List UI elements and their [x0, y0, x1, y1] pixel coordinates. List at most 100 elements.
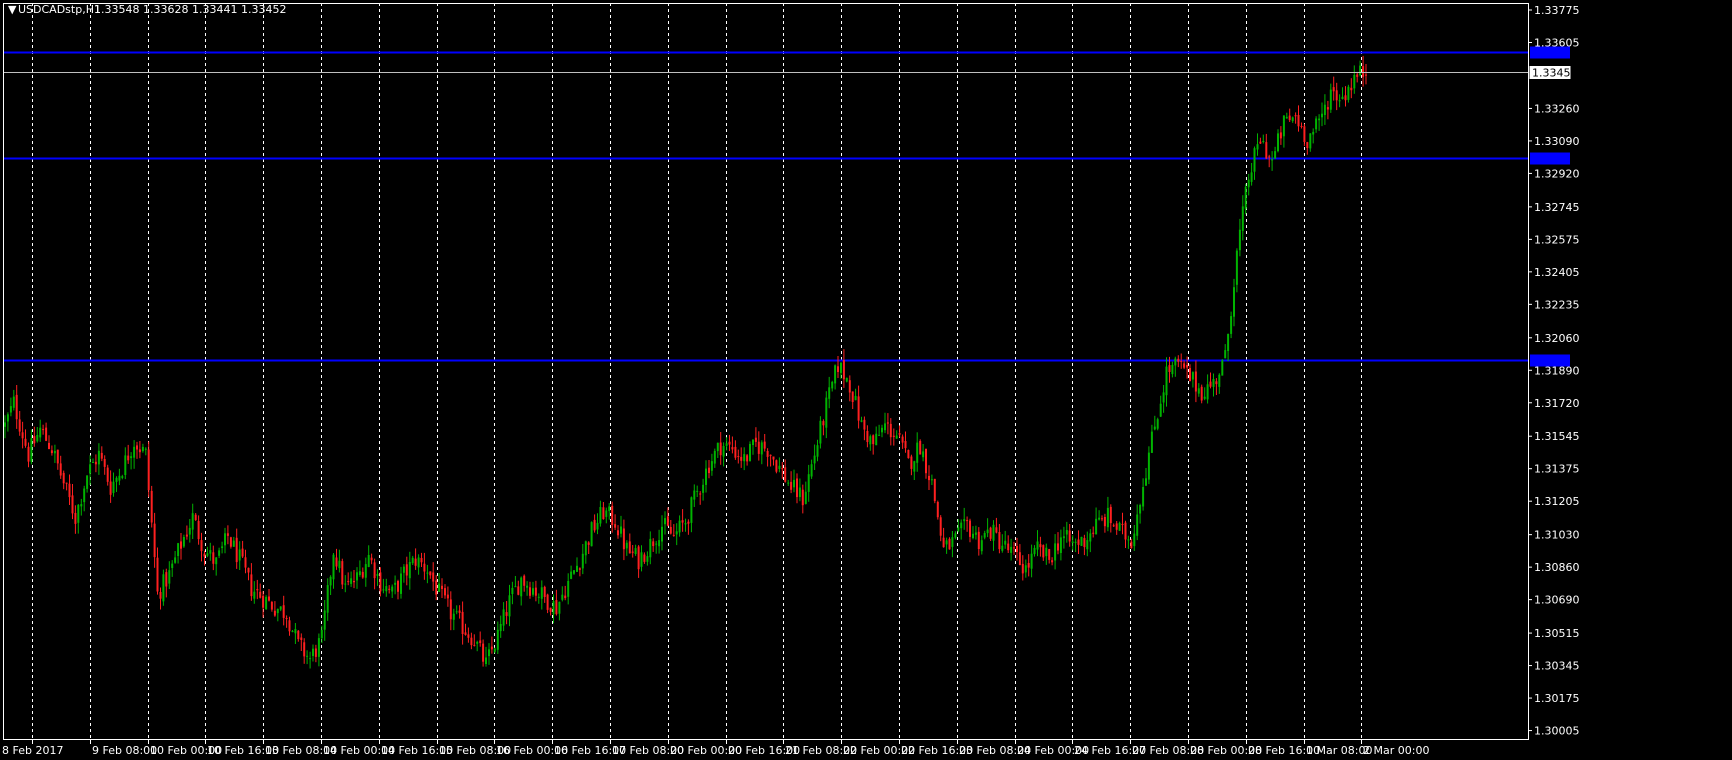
- candle-body: [1109, 506, 1112, 524]
- price-tick-label: 1.32235: [1534, 298, 1580, 311]
- candle-body: [614, 524, 617, 528]
- candle-body: [895, 435, 898, 439]
- candle-body: [798, 487, 801, 497]
- candle-body: [268, 596, 270, 601]
- candle-body: [408, 562, 411, 579]
- candle-body: [259, 591, 262, 598]
- candle-body: [649, 538, 652, 558]
- candle-body: [323, 610, 326, 630]
- chart-menu-icon[interactable]: ▼: [8, 3, 17, 16]
- candle-body: [379, 572, 382, 592]
- candle-body: [262, 595, 265, 608]
- candle-body: [664, 518, 666, 525]
- candle-body: [80, 504, 83, 507]
- candle-body: [652, 541, 655, 547]
- candle-body: [1013, 547, 1015, 549]
- candle-body: [320, 630, 323, 639]
- candle-body: [356, 572, 358, 581]
- candle-body: [420, 558, 423, 563]
- price-chart[interactable]: 1.337751.336051.332601.330901.329201.327…: [0, 0, 1732, 760]
- candle: [150, 485, 153, 528]
- candle-body: [97, 450, 100, 465]
- candle-body: [400, 573, 402, 594]
- candle-body: [18, 419, 21, 432]
- candle-body: [335, 557, 338, 567]
- candle-body: [576, 565, 578, 572]
- candle-body: [634, 548, 637, 554]
- candle-body: [391, 586, 394, 592]
- candle-body: [1124, 522, 1127, 540]
- candle-body: [27, 446, 30, 462]
- candle-body: [344, 583, 347, 585]
- candle-body: [793, 479, 795, 488]
- candle-body: [1095, 518, 1098, 535]
- candle-body: [960, 522, 963, 529]
- candle-body: [218, 550, 221, 556]
- candle-body: [130, 456, 133, 459]
- candle-body: [684, 523, 687, 525]
- candle: [1080, 536, 1083, 546]
- candle-body: [837, 366, 839, 372]
- candle-body: [640, 552, 643, 567]
- candle: [147, 441, 150, 498]
- price-tick-label: 1.32060: [1534, 332, 1580, 345]
- candle-body: [845, 378, 848, 382]
- candle-body: [1139, 505, 1142, 514]
- candle-body: [206, 553, 209, 556]
- candle-body: [754, 437, 757, 442]
- candle-body: [1016, 546, 1018, 552]
- candle-body: [162, 574, 165, 602]
- candle-body: [928, 475, 930, 481]
- price-tick-label: 1.31205: [1534, 495, 1580, 508]
- candle-body: [1238, 229, 1241, 251]
- candle-body: [138, 449, 141, 453]
- candle-body: [464, 632, 467, 635]
- candle-body: [303, 642, 306, 657]
- candle-body: [933, 478, 936, 502]
- candle-body: [807, 474, 810, 492]
- price-tick-label: 1.33260: [1534, 102, 1580, 115]
- candle-body: [1036, 541, 1039, 550]
- candle-body: [646, 556, 649, 562]
- candle-body: [288, 620, 291, 632]
- candle-body: [358, 571, 361, 575]
- candle-body: [1062, 536, 1065, 539]
- candle-body: [1077, 539, 1080, 545]
- candle-body: [816, 445, 819, 457]
- candle-body: [1215, 381, 1218, 385]
- candle-body: [766, 451, 769, 457]
- candle-body: [502, 609, 505, 626]
- candle-body: [599, 507, 602, 524]
- bid-price-label: 1.33452: [1532, 67, 1578, 80]
- candle-body: [567, 581, 570, 597]
- candle-body: [696, 490, 699, 492]
- candle-body: [699, 493, 702, 495]
- candle-body: [1256, 144, 1259, 150]
- candle-body: [898, 433, 901, 435]
- candle-body: [611, 505, 614, 525]
- candle-body: [177, 543, 180, 556]
- candle-body: [1303, 126, 1306, 142]
- candle-body: [332, 554, 335, 580]
- candle-body: [1080, 536, 1083, 546]
- candle-body: [725, 443, 728, 446]
- candle-body: [65, 482, 68, 484]
- candle-body: [980, 540, 983, 552]
- candle-body: [930, 479, 933, 481]
- candle-body: [141, 446, 144, 452]
- candle-body: [276, 609, 279, 614]
- candle-body: [1323, 104, 1326, 115]
- candle-body: [728, 441, 731, 445]
- candle-body: [417, 557, 420, 568]
- candle-body: [690, 497, 693, 523]
- candle-body: [493, 648, 496, 652]
- candle-body: [737, 456, 740, 457]
- candle-body: [540, 587, 543, 599]
- price-tick-label: 1.31030: [1534, 529, 1580, 542]
- candle: [919, 439, 922, 455]
- price-tick-label: 1.32920: [1534, 167, 1580, 180]
- candle-body: [901, 436, 904, 443]
- candle-body: [467, 634, 470, 638]
- candle-body: [291, 630, 294, 632]
- candle-body: [294, 629, 297, 634]
